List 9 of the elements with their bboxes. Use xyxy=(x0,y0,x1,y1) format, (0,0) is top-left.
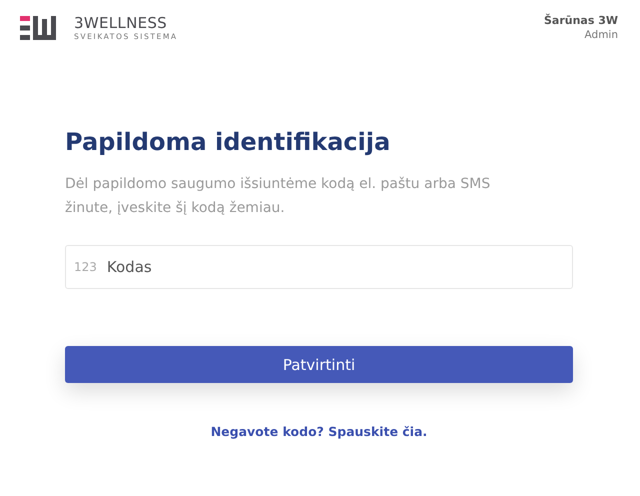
confirm-button[interactable]: Patvirtinti xyxy=(65,346,573,383)
page-title: Papildoma identifikacija xyxy=(65,128,392,156)
user-name: Šarūnas 3W xyxy=(544,14,618,27)
description-text: Dėl papildomo saugumo išsiuntėme kodą el. paštu arba SMS žinute, įveskite šį kodą žemiau. xyxy=(65,175,492,218)
brand-name: 3WELLNESS xyxy=(74,14,168,32)
code-input[interactable]: Kodas xyxy=(106,258,564,276)
user-role: Admin xyxy=(584,29,618,41)
resend-link[interactable]: Negavote kodo? Spauskite čia. xyxy=(210,424,428,439)
prefix-text: 123 xyxy=(74,260,97,274)
